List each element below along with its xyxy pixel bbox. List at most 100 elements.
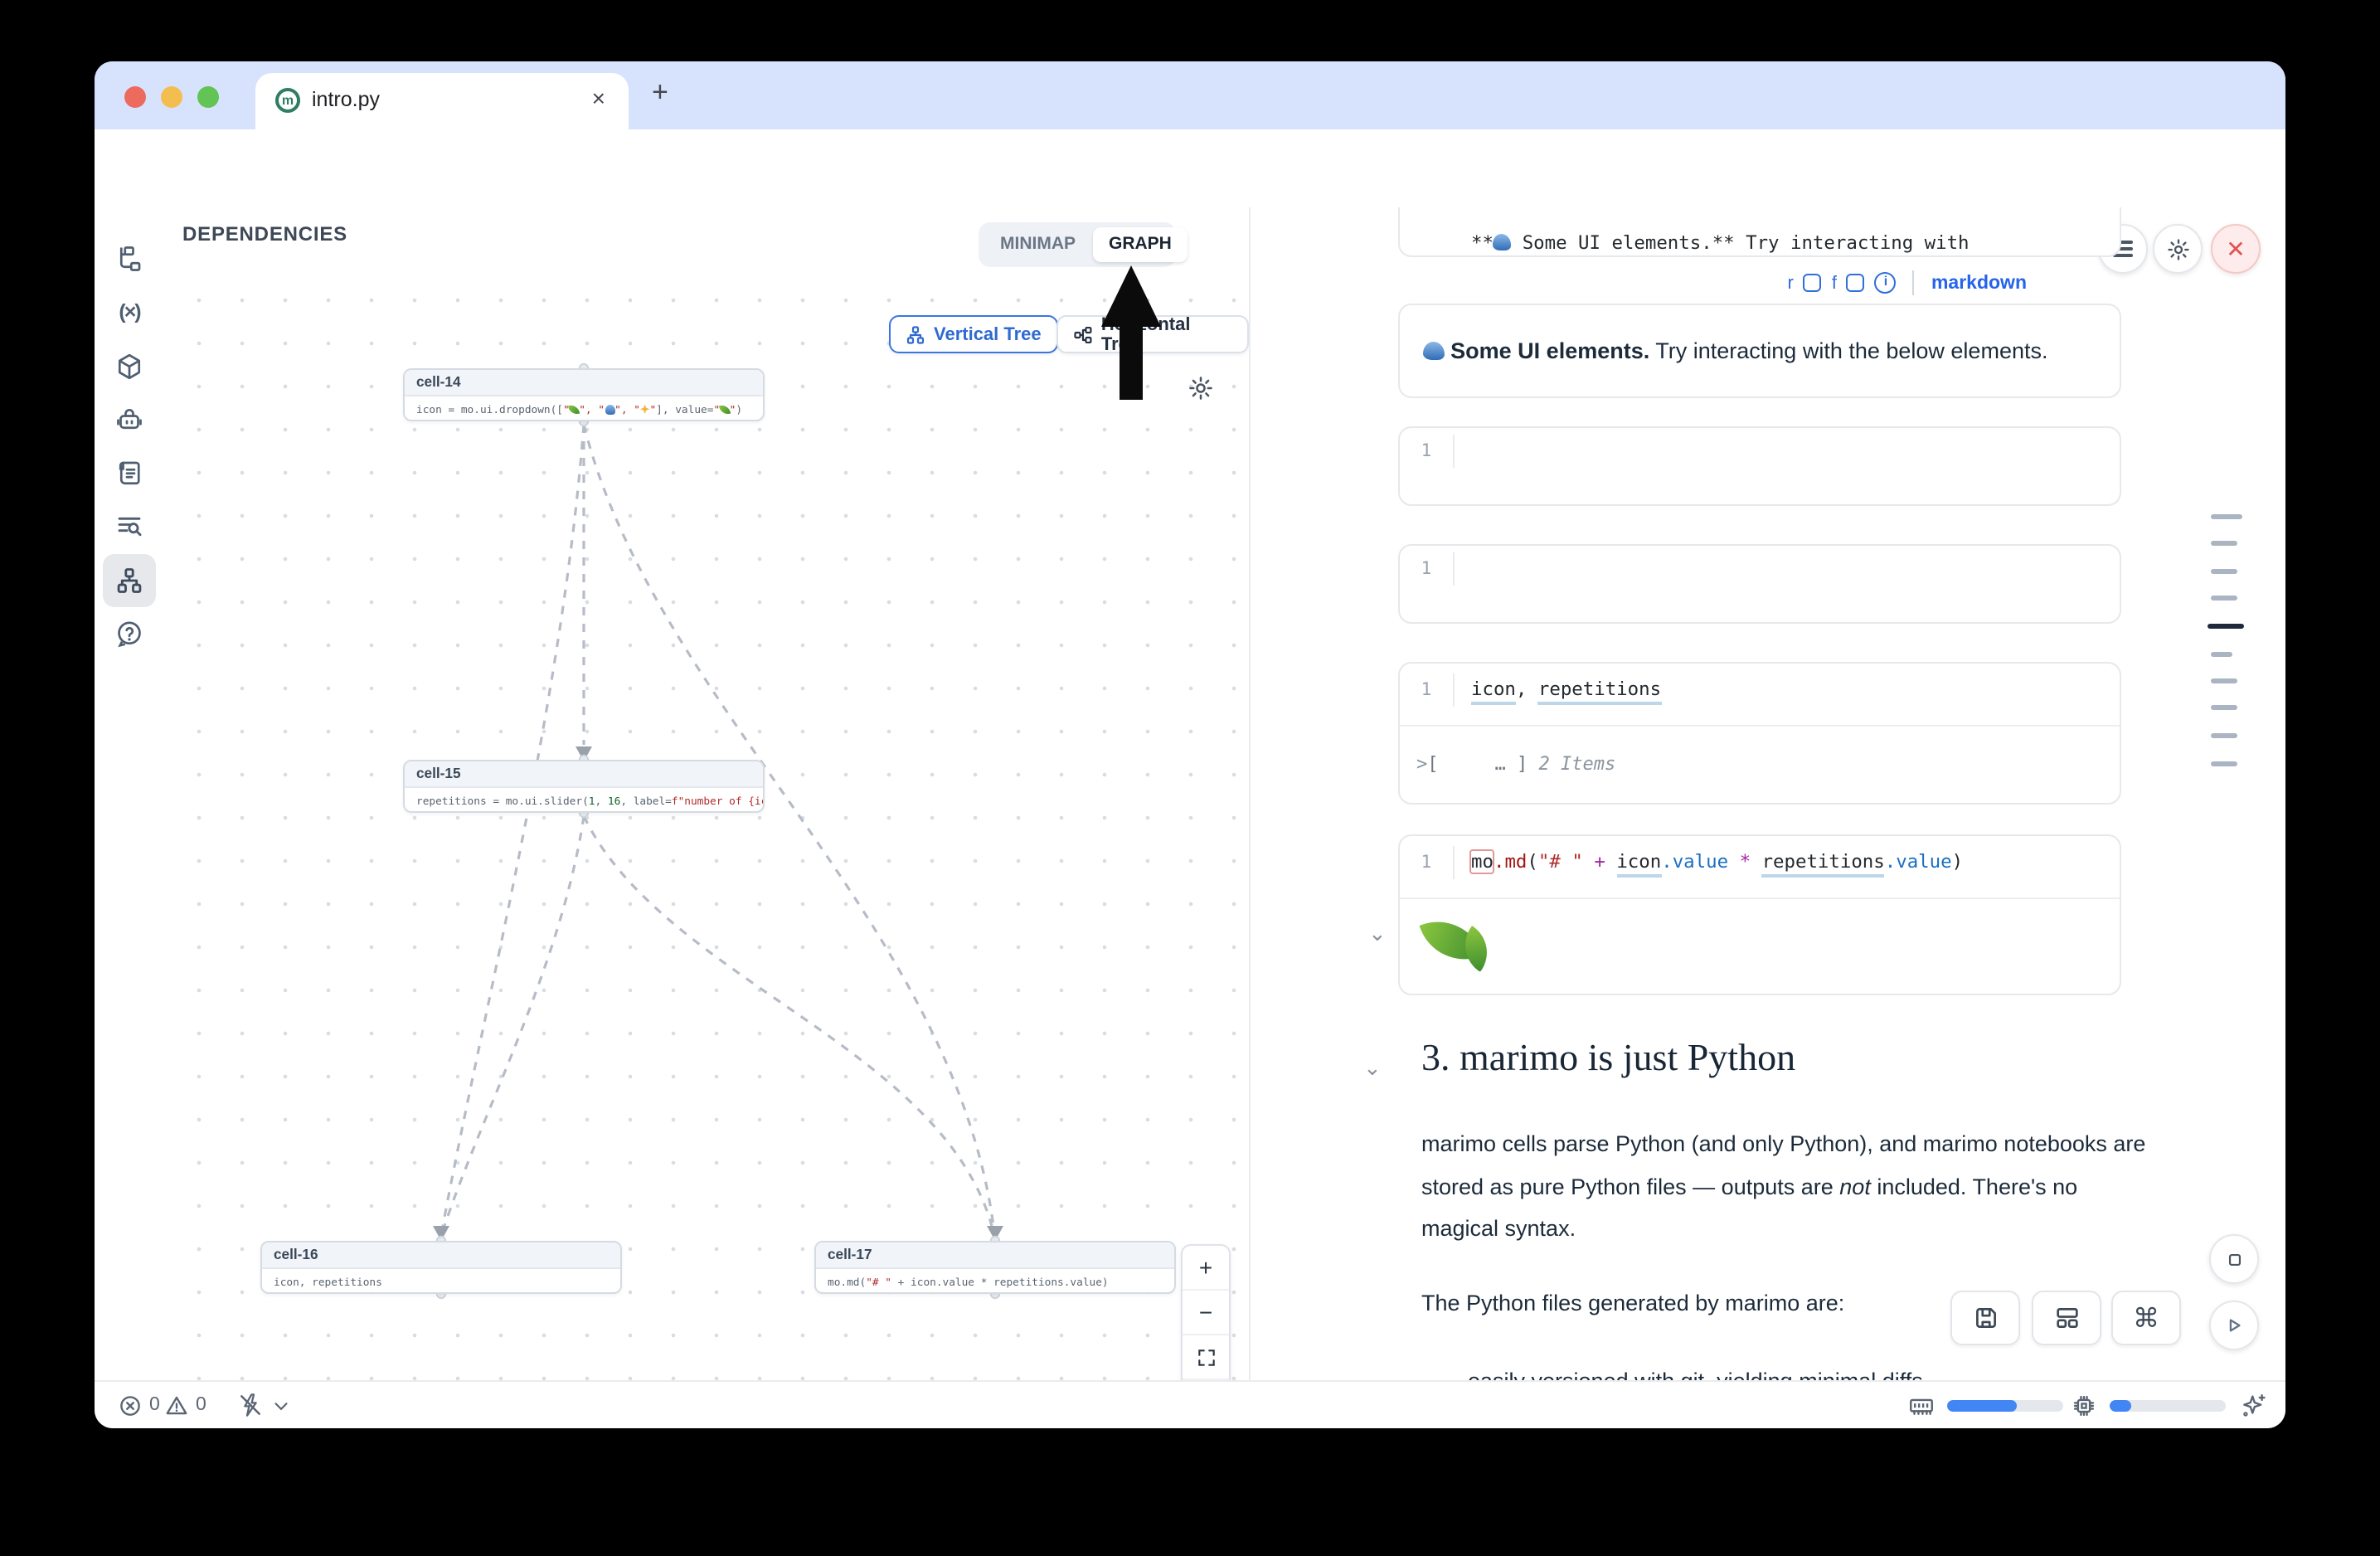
sidebar-item-snippets[interactable] <box>103 499 156 552</box>
warning-triangle-icon <box>164 1393 189 1417</box>
section-paragraph: marimo cells parse Python (and only Pyth… <box>1421 1123 2154 1250</box>
line-number: 1 <box>1400 846 1455 879</box>
cell-slider-code[interactable]: 1 repetitions = mo.ui.slider(1, 16, labe… <box>1398 544 2121 624</box>
cell-language-badge[interactable]: markdown <box>1931 273 2027 293</box>
close-icon: ✕ <box>2226 237 2245 260</box>
line-number: 1 <box>1400 673 1455 707</box>
tab-title: intro.py <box>312 88 380 111</box>
sidebar-item-help[interactable] <box>103 607 156 660</box>
toggle-r-checkbox[interactable] <box>1804 274 1822 292</box>
graph-node-cell-14[interactable]: cell-14 icon = mo.ui.dropdown(["", "", "… <box>403 368 765 421</box>
toggle-r-label: r <box>1788 273 1794 293</box>
cell-refs[interactable]: 1 icon, repetitions >[… ] 2 Items <box>1398 662 2121 805</box>
sidebar-item-variables[interactable]: (×) <box>103 285 156 338</box>
new-tab-button[interactable]: + <box>652 78 668 106</box>
line-number: 1 <box>1400 435 1455 468</box>
app-sidebar: (×) <box>95 207 166 1382</box>
minimap-cell-marker[interactable] <box>2211 733 2237 737</box>
minimap-cell-marker[interactable] <box>2211 514 2242 518</box>
sidebar-item-packages[interactable] <box>103 340 156 393</box>
cpu-usage[interactable] <box>2070 1382 2226 1428</box>
notebook-settings-button[interactable] <box>2153 224 2203 274</box>
cell-dropdown-code[interactable]: 1 icon = mo.ui.dropdown(["", "", ""], va… <box>1398 426 2121 506</box>
node-code: icon, repetitions <box>262 1269 620 1294</box>
collapse-chevron-icon[interactable]: ⌄ <box>1368 921 1387 947</box>
shutdown-button[interactable]: ✕ <box>2211 224 2261 274</box>
dependency-graph-canvas[interactable]: Vertical Tree Horizontal Tree cell-14 ic… <box>164 269 1249 1382</box>
sidebar-item-logs[interactable] <box>103 446 156 499</box>
console-output[interactable]: >[… ] 2 Items <box>1400 727 2120 775</box>
layout-toggle-button[interactable] <box>2032 1291 2101 1345</box>
code-line: ** Some UI elements.** Try interacting w… <box>1471 227 1970 257</box>
graph-node-cell-17[interactable]: cell-17 mo.md("# " + icon.value * repeti… <box>814 1241 1176 1294</box>
sidebar-item-file-explorer[interactable] <box>103 232 156 285</box>
minimap-cell-marker[interactable] <box>2211 541 2237 545</box>
cpu-icon <box>2070 1391 2098 1419</box>
command-palette-button[interactable]: ⌘ <box>2111 1291 2181 1345</box>
leaf-output <box>1400 899 2120 971</box>
ai-assist-button[interactable] <box>2239 1382 2267 1428</box>
graph-node-cell-16[interactable]: cell-16 icon, repetitions <box>260 1241 622 1294</box>
graph-node-cell-15[interactable]: cell-15 repetitions = mo.ui.slider(1, 16… <box>403 760 765 813</box>
info-icon[interactable]: i <box>1875 272 1897 294</box>
minimap-cell-marker[interactable] <box>2211 761 2237 766</box>
warning-count: 0 <box>196 1395 206 1415</box>
fit-view-button[interactable] <box>1183 1334 1229 1379</box>
minimap-cell-marker[interactable] <box>2211 705 2237 709</box>
browser-window: m intro.py × + localhost:2718 Guest <box>95 61 2285 1428</box>
zoom-in-button[interactable]: + <box>1183 1246 1229 1289</box>
cell-editor-markdown[interactable]: 1 ** Some UI elements.** Try interacting… <box>1398 207 2121 257</box>
node-code: mo.md("# " + icon.value * repetitions.va… <box>816 1269 1174 1294</box>
expand-chevron-icon[interactable]: > <box>1416 753 1427 775</box>
memory-icon <box>1907 1391 1936 1419</box>
robot-icon <box>114 405 144 435</box>
footer-divider <box>1913 270 1915 295</box>
cell-output-markdown: Some UI elements. Try interacting with t… <box>1398 304 2121 398</box>
play-icon <box>2222 1314 2246 1337</box>
lightning-off-icon <box>237 1392 264 1418</box>
dependency-graph-icon <box>114 566 144 596</box>
markdown-output-text: Some UI elements. Try interacting with t… <box>1400 305 2120 396</box>
code-line: repetitions = mo.ui.slider(1, 16, <box>1471 619 1851 624</box>
status-bar: 0 0 <box>95 1380 2285 1428</box>
cpu-usage-bar <box>2110 1399 2226 1411</box>
error-counter[interactable]: 0 <box>118 1382 160 1428</box>
traffic-zoom-button[interactable] <box>197 86 219 108</box>
browser-tab-active[interactable]: m intro.py × <box>255 73 629 129</box>
traffic-minimize-button[interactable] <box>161 86 182 108</box>
toggle-f-checkbox[interactable] <box>1847 274 1865 292</box>
traffic-close-button[interactable] <box>124 86 146 108</box>
run-button[interactable] <box>2209 1301 2259 1350</box>
stop-icon <box>2223 1248 2245 1270</box>
code-line: icon = mo.ui.dropdown(["", "", ""], <box>1471 501 1913 506</box>
tab-close-icon[interactable]: × <box>592 85 605 111</box>
cube-icon <box>114 352 144 382</box>
runtime-connection-toggle[interactable] <box>237 1382 292 1428</box>
command-icon: ⌘ <box>2133 1302 2159 1334</box>
node-title: cell-17 <box>816 1242 1174 1269</box>
node-code: repetitions = mo.ui.slider(1, 16, label=… <box>405 788 763 813</box>
warning-counter[interactable]: 0 <box>164 1382 206 1428</box>
minimap-cell-marker[interactable] <box>2211 678 2237 683</box>
ram-usage[interactable] <box>1907 1382 2063 1428</box>
toggle-f-label: f <box>1832 273 1837 293</box>
horizontal-tree-button[interactable]: Horizontal Tree <box>1056 315 1249 353</box>
minimap-cell-marker[interactable] <box>2211 596 2237 600</box>
ai-sparkle-icon <box>2239 1391 2267 1419</box>
line-number: 1 <box>1400 552 1455 586</box>
minimap-cell-marker[interactable] <box>2211 652 2232 656</box>
sidebar-item-dependencies[interactable] <box>103 554 156 607</box>
section-collapse-chevron-icon[interactable]: ⌄ <box>1363 1055 1382 1082</box>
save-button[interactable] <box>1950 1291 2020 1345</box>
minimap-cell-marker[interactable] <box>2211 569 2237 573</box>
sidebar-item-ai-chat[interactable] <box>103 393 156 446</box>
interrupt-button[interactable] <box>2209 1234 2259 1284</box>
minimap-cell-marker-active[interactable] <box>2208 624 2244 628</box>
code-line: icon, repetitions <box>1471 673 1661 707</box>
vertical-tree-button[interactable]: Vertical Tree <box>889 315 1058 353</box>
zoom-out-button[interactable]: − <box>1183 1289 1229 1334</box>
cell-md-code[interactable]: 1 mo.md("# " + icon.value * repetitions.… <box>1398 834 2121 995</box>
output-item-count: 2 Items <box>1539 753 1616 775</box>
help-icon <box>114 619 144 649</box>
graph-settings-gear-icon[interactable] <box>1188 375 1214 401</box>
